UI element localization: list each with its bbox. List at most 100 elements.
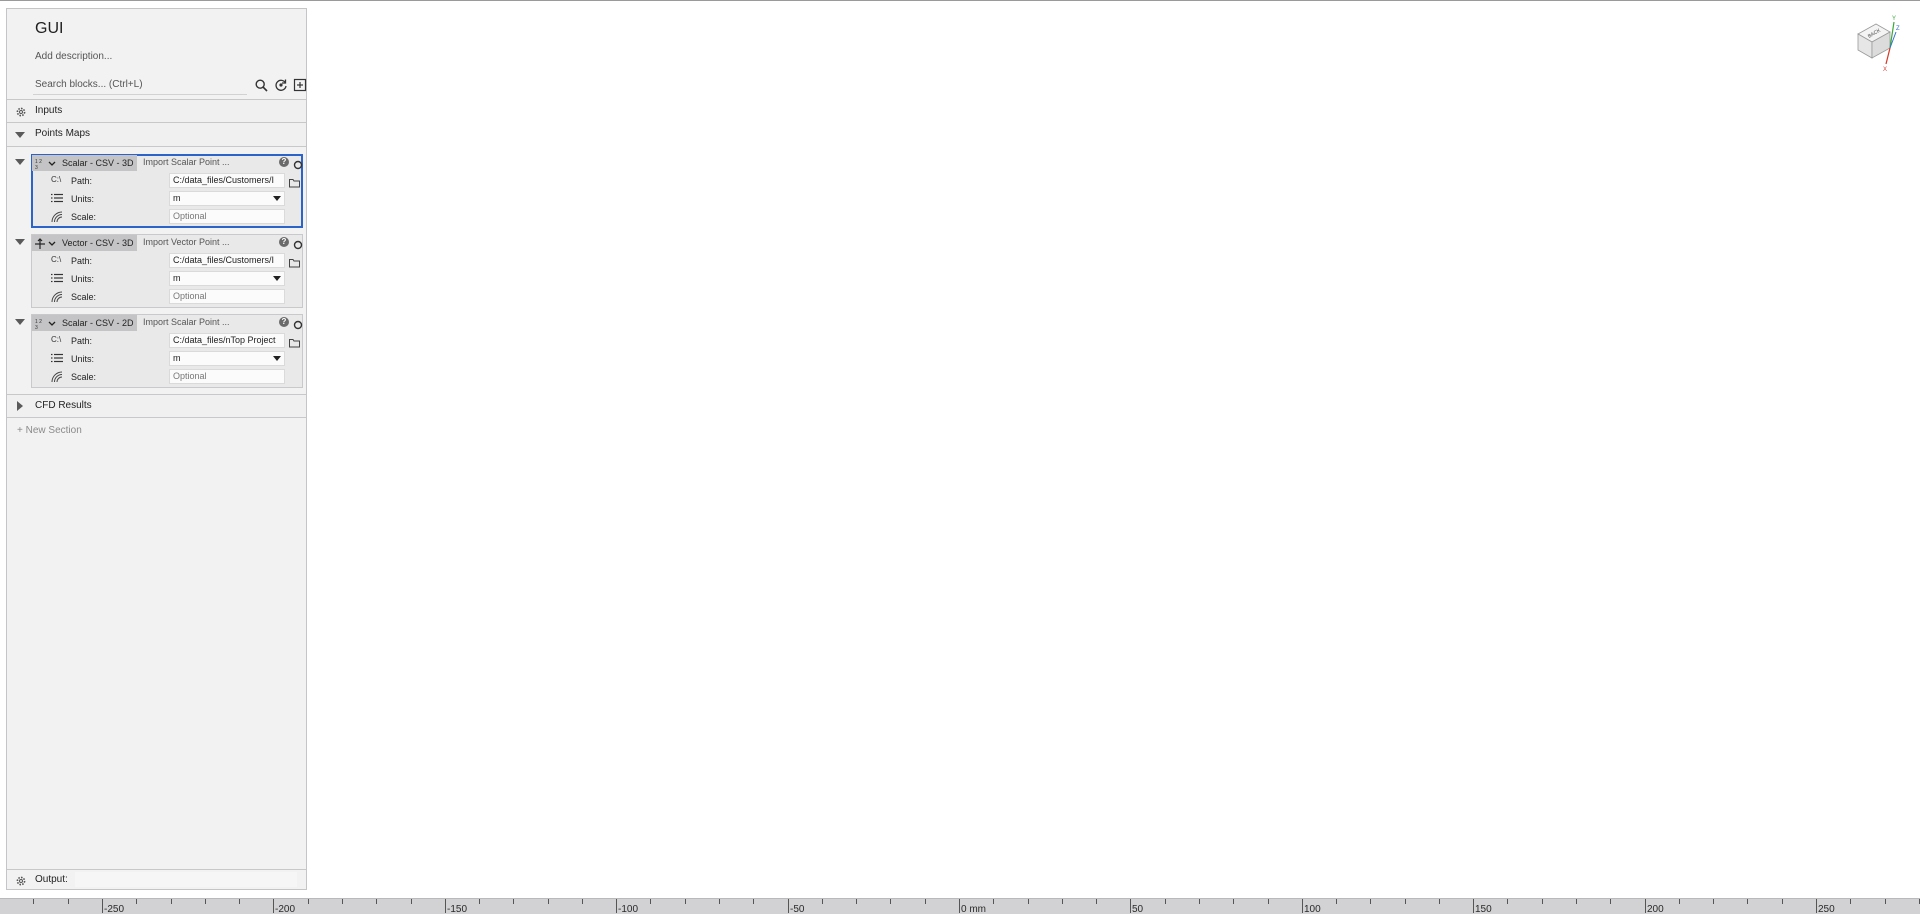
axis-z-label: Z xyxy=(1896,26,1900,32)
scale-row: Scale: Optional xyxy=(31,208,303,226)
block-name[interactable]: Import Scalar Point ... xyxy=(143,317,230,327)
path-label: Path: xyxy=(71,176,93,186)
blocks-panel: GUI Add description... Inputs Points Map… xyxy=(6,8,307,890)
output-bar: Output: xyxy=(7,869,306,889)
ruler-label: -250 xyxy=(104,904,125,914)
units-value: m xyxy=(173,353,181,363)
ruler-label: -100 xyxy=(618,904,639,914)
block-header[interactable]: 1 23 Scalar - CSV - 2D Import Scalar Poi… xyxy=(31,314,303,332)
block-header[interactable]: Vector - CSV - 3D Import Vector Point ..… xyxy=(31,234,303,252)
units-row: Units: m xyxy=(31,270,303,288)
chevron-down-icon[interactable] xyxy=(15,132,25,138)
ruler-label: 150 xyxy=(1475,904,1492,914)
list-icon xyxy=(51,273,63,285)
new-section-button[interactable]: + New Section xyxy=(17,425,82,436)
settings-gear-icon[interactable] xyxy=(293,157,303,170)
collapse-block-icon[interactable] xyxy=(15,239,25,245)
section-inputs-label: Inputs xyxy=(35,105,63,116)
scale-label: Scale: xyxy=(71,292,97,302)
horizontal-ruler: -250 -200 -150 -100 -50 0 mm 50 100 150 200 250 xyxy=(0,898,1920,914)
ruler-label: 100 xyxy=(1304,904,1321,914)
block-header[interactable]: 1 23 Scalar - CSV - 3D Import Scalar Poi… xyxy=(31,154,303,172)
block-vector-csv-3d[interactable]: Vector - CSV - 3D Import Vector Point ..… xyxy=(31,234,303,310)
path-label: Path: xyxy=(71,336,93,346)
dropdown-arrow-icon[interactable] xyxy=(273,196,281,201)
window-top-border xyxy=(0,0,1920,1)
folder-icon[interactable] xyxy=(289,175,300,188)
units-label: Units: xyxy=(71,194,95,204)
output-field[interactable] xyxy=(75,872,297,887)
chevron-right-icon[interactable] xyxy=(17,401,23,411)
description-field[interactable]: Add description... xyxy=(35,51,112,62)
view-cube[interactable]: BACK Y Z X xyxy=(1856,14,1902,73)
ruler-label: -50 xyxy=(790,904,805,914)
help-icon[interactable]: ? xyxy=(279,237,289,247)
units-label: Units: xyxy=(71,354,95,364)
units-value: m xyxy=(173,273,181,283)
units-value: m xyxy=(173,193,181,203)
ruler-label: 50 xyxy=(1132,904,1144,914)
dropdown-arrow-icon[interactable] xyxy=(273,276,281,281)
scale-field[interactable]: Optional xyxy=(169,209,285,224)
units-select[interactable]: m xyxy=(169,351,285,366)
svg-text:3: 3 xyxy=(35,165,38,170)
list-icon xyxy=(51,193,63,205)
scale-icon xyxy=(51,211,63,223)
section-points-maps-label: Points Maps xyxy=(35,128,91,139)
axis-y-label: Y xyxy=(1892,16,1896,22)
page-title[interactable]: GUI xyxy=(35,20,63,38)
path-row: C:\ Path: C:/data_files/nTop Project xyxy=(31,332,303,350)
settings-gear-icon[interactable] xyxy=(293,237,303,250)
help-icon[interactable]: ? xyxy=(279,317,289,327)
collapse-block-icon[interactable] xyxy=(15,159,25,165)
refresh-library-icon[interactable] xyxy=(273,77,289,93)
scale-label: Scale: xyxy=(71,212,97,222)
scale-field[interactable]: Optional xyxy=(169,369,285,384)
path-field[interactable]: C:/data_files/Customers/I xyxy=(169,253,285,268)
search-input[interactable] xyxy=(33,75,247,95)
settings-gear-icon[interactable] xyxy=(293,317,303,330)
units-label: Units: xyxy=(71,274,95,284)
block-scalar-csv-3d[interactable]: 1 23 Scalar - CSV - 3D Import Scalar Poi… xyxy=(31,154,303,230)
block-name[interactable]: Import Vector Point ... xyxy=(143,237,230,247)
ruler-label: -150 xyxy=(447,904,468,914)
ruler-label: 0 mm xyxy=(961,904,986,914)
ruler-label: 200 xyxy=(1647,904,1664,914)
collapse-block-icon[interactable] xyxy=(15,319,25,325)
path-label: Path: xyxy=(71,256,93,266)
section-inputs[interactable]: Inputs xyxy=(7,99,306,123)
section-points-maps[interactable]: Points Maps xyxy=(7,123,306,147)
path-row: C:\ Path: C:/data_files/Customers/I xyxy=(31,252,303,270)
units-select[interactable]: m xyxy=(169,191,285,206)
scale-label: Scale: xyxy=(71,372,97,382)
path-icon: C:\ xyxy=(51,175,62,184)
section-cfd-results[interactable]: CFD Results xyxy=(7,394,306,418)
help-icon[interactable]: ? xyxy=(279,157,289,167)
search-icon[interactable] xyxy=(253,77,269,93)
add-block-icon[interactable] xyxy=(292,77,308,93)
output-label: Output: xyxy=(35,874,68,885)
gear-icon xyxy=(15,105,27,123)
dropdown-arrow-icon[interactable] xyxy=(273,356,281,361)
svg-text:3: 3 xyxy=(35,325,38,330)
block-scalar-csv-2d[interactable]: 1 23 Scalar - CSV - 2D Import Scalar Poi… xyxy=(31,314,303,390)
scale-icon xyxy=(51,291,63,303)
units-select[interactable]: m xyxy=(169,271,285,286)
path-row: C:\ Path: C:/data_files/Customers/I xyxy=(31,172,303,190)
units-row: Units: m xyxy=(31,350,303,368)
folder-icon[interactable] xyxy=(289,255,300,268)
scalar-points-icon: 1 23 xyxy=(35,317,57,335)
ruler-label: 250 xyxy=(1818,904,1835,914)
scale-field[interactable]: Optional xyxy=(169,289,285,304)
path-field[interactable]: C:/data_files/Customers/I xyxy=(169,173,285,188)
scale-row: Scale: Optional xyxy=(31,368,303,386)
path-field[interactable]: C:/data_files/nTop Project xyxy=(169,333,285,348)
folder-icon[interactable] xyxy=(289,335,300,348)
search-bar xyxy=(33,75,309,95)
path-icon: C:\ xyxy=(51,335,62,344)
gear-icon xyxy=(15,874,27,892)
scale-row: Scale: Optional xyxy=(31,288,303,306)
block-name[interactable]: Import Scalar Point ... xyxy=(143,157,230,167)
vector-points-icon xyxy=(35,237,57,255)
path-icon: C:\ xyxy=(51,255,62,264)
